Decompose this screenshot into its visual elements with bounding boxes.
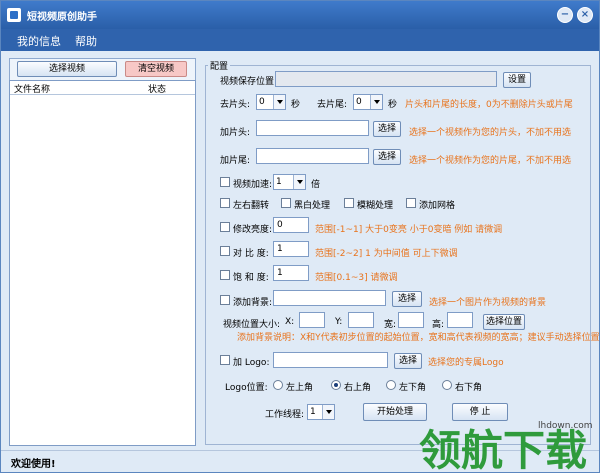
chevron-down-icon [322,405,334,419]
speed-checkbox[interactable] [220,177,230,187]
contrast-input[interactable]: 1 [273,241,309,257]
column-status[interactable]: 状态 [148,82,166,95]
clear-video-button[interactable]: 清空视频 [125,61,187,77]
speed-select[interactable]: 1 [273,174,306,190]
logo-label: 加 Logo: [233,358,270,368]
trim-head-label: 去片头: [220,100,251,110]
background-label: 添加背景: [233,298,273,308]
brightness-checkbox[interactable] [220,222,230,232]
trim-hint: 片头和片尾的长度，0为不删除片头或片尾 [405,100,573,110]
add-head-hint: 选择一个视频作为您的片头，不加不用选 [409,128,572,138]
logo-hint: 选择您的专属Logo [428,358,504,368]
select-position-button[interactable]: 选择位置 [483,314,525,330]
window-title: 短视频原创助手 [27,12,97,23]
grid-checkbox[interactable] [406,198,416,208]
logo-select-button[interactable]: 选择 [394,353,422,369]
background-select-button[interactable]: 选择 [392,291,422,307]
width-input[interactable] [398,312,424,328]
x-input[interactable] [299,312,325,328]
save-path-input[interactable] [275,71,497,87]
position-size-label: 视频位置大小: [223,320,281,330]
contrast-hint: 范围[-2~2] 1 为中间值 可上下微调 [315,249,458,259]
settings-button[interactable]: 设置 [503,72,531,88]
brightness-input[interactable]: 0 [273,217,309,233]
trim-head-unit: 秒 [291,100,301,110]
close-icon[interactable]: × [577,7,593,23]
x-label: X: [285,317,295,327]
blur-label: 模糊处理 [357,201,394,211]
threads-label: 工作线程: [265,410,305,420]
logo-input[interactable] [273,352,388,368]
brightness-label: 修改亮度: [233,225,273,235]
logo-pos-top-right-label: 右上角 [344,383,372,393]
chevron-down-icon [293,175,305,189]
background-checkbox[interactable] [220,295,230,305]
trim-tail-label: 去片尾: [317,100,348,110]
width-label: 宽: [384,320,397,330]
list-header: 文件名称 状态 [10,81,195,95]
logo-pos-bottom-right-radio[interactable] [442,380,452,390]
bw-label: 黑白处理 [294,201,331,211]
saturation-checkbox[interactable] [220,270,230,280]
brightness-hint: 范围[-1~1] 大于0变亮 小于0变暗 例如 请微调 [315,225,503,235]
speed-unit: 倍 [311,180,321,190]
logo-pos-top-left-label: 左上角 [286,383,314,393]
background-hint: 选择一个图片作为视频的背景 [429,298,547,308]
menu-my-info[interactable]: 我的信息 [17,33,61,49]
logo-position-label: Logo位置: [225,383,268,393]
column-filename[interactable]: 文件名称 [14,82,50,95]
contrast-label: 对 比 度: [233,249,269,259]
menu-bar: 我的信息 帮助 [1,29,599,51]
start-processing-button[interactable]: 开始处理 [363,403,427,421]
trim-tail-select[interactable]: 0 [353,94,383,110]
status-text: 欢迎使用! [11,459,56,470]
grid-label: 添加网格 [419,201,456,211]
flip-checkbox[interactable] [220,198,230,208]
logo-pos-bottom-left-radio[interactable] [386,380,396,390]
saturation-hint: 范围[0.1~3] 请微调 [315,273,398,283]
speed-label: 视频加速: [233,180,273,190]
app-window: 短视频原创助手 − × 我的信息 帮助 选择视频 清空视频 文件名称 状态 配置… [0,0,600,473]
y-label: Y: [335,317,343,327]
app-icon [7,8,21,22]
select-video-button[interactable]: 选择视频 [17,61,117,77]
add-tail-hint: 选择一个视频作为您的片尾，不加不用选 [409,156,572,166]
add-tail-select-button[interactable]: 选择 [373,149,401,165]
logo-pos-top-right-radio[interactable] [331,380,341,390]
background-input[interactable] [273,290,386,306]
logo-pos-top-left-radio[interactable] [273,380,283,390]
logo-pos-bottom-left-label: 左下角 [399,383,427,393]
saturation-input[interactable]: 1 [273,265,309,281]
add-head-input[interactable] [256,120,369,136]
add-head-label: 加片头: [220,128,251,138]
logo-pos-bottom-right-label: 右下角 [455,383,483,393]
add-tail-input[interactable] [256,148,369,164]
menu-help[interactable]: 帮助 [75,33,97,49]
config-group-title: 配置 [208,59,231,72]
flip-label: 左右翻转 [233,201,270,211]
logo-checkbox[interactable] [220,355,230,365]
contrast-checkbox[interactable] [220,246,230,256]
chevron-down-icon [273,95,285,109]
threads-select[interactable]: 1 [307,404,335,420]
save-path-label: 视频保存位置: [220,77,278,87]
trim-head-select[interactable]: 0 [256,94,286,110]
background-note: 添加背景说明：X和Y代表初步位置的起始位置，宽和高代表视频的宽高；建议手动选择位… [237,333,600,343]
chevron-down-icon [370,95,382,109]
blur-checkbox[interactable] [344,198,354,208]
trim-tail-unit: 秒 [388,100,398,110]
saturation-label: 饱 和 度: [233,273,269,283]
bw-checkbox[interactable] [281,198,291,208]
watermark-url: lhdown.com [538,421,593,431]
height-label: 高: [432,320,445,330]
minimize-icon[interactable]: − [557,7,573,23]
add-head-select-button[interactable]: 选择 [373,121,401,137]
video-list[interactable]: 文件名称 状态 [9,80,196,446]
title-bar: 短视频原创助手 − × [1,1,599,29]
add-tail-label: 加片尾: [220,156,251,166]
y-input[interactable] [348,312,374,328]
height-input[interactable] [447,312,473,328]
